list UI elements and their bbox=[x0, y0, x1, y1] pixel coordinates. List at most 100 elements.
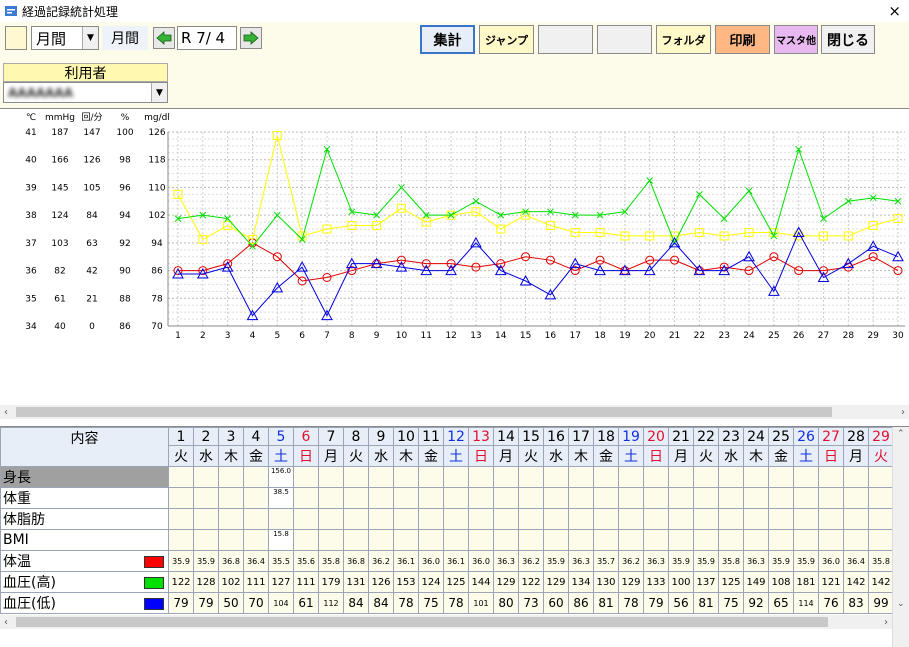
table-cell[interactable]: 60 bbox=[543, 592, 569, 614]
scroll-left-icon[interactable]: ‹ bbox=[4, 407, 8, 418]
grid-hscrollbar[interactable]: ‹ › bbox=[0, 615, 892, 629]
table-cell[interactable] bbox=[443, 487, 469, 509]
table-cell[interactable]: 156.0 bbox=[268, 466, 294, 488]
table-cell[interactable]: 112 bbox=[318, 592, 344, 614]
table-cell[interactable] bbox=[518, 508, 544, 530]
table-cell[interactable] bbox=[543, 466, 569, 488]
table-cell[interactable]: 36.8 bbox=[218, 550, 244, 572]
chart-hscrollbar[interactable]: ‹ › bbox=[0, 405, 909, 419]
table-cell[interactable]: 79 bbox=[168, 592, 194, 614]
table-cell[interactable]: 149 bbox=[743, 571, 769, 593]
scroll-right-icon[interactable]: › bbox=[901, 407, 905, 418]
table-cell[interactable] bbox=[818, 466, 844, 488]
table-cell[interactable]: 111 bbox=[243, 571, 269, 593]
table-cell[interactable] bbox=[643, 529, 669, 551]
table-cell[interactable]: 36.4 bbox=[243, 550, 269, 572]
table-cell[interactable]: 129 bbox=[493, 571, 519, 593]
table-cell[interactable] bbox=[518, 466, 544, 488]
table-cell[interactable]: 36.4 bbox=[843, 550, 869, 572]
table-cell[interactable] bbox=[618, 508, 644, 530]
table-cell[interactable] bbox=[243, 487, 269, 509]
table-cell[interactable]: 36.0 bbox=[818, 550, 844, 572]
table-cell[interactable]: 83 bbox=[843, 592, 869, 614]
table-cell[interactable] bbox=[218, 487, 244, 509]
table-cell[interactable] bbox=[543, 508, 569, 530]
table-cell[interactable] bbox=[643, 466, 669, 488]
table-cell[interactable] bbox=[343, 508, 369, 530]
table-cell[interactable]: 79 bbox=[643, 592, 669, 614]
table-cell[interactable] bbox=[443, 466, 469, 488]
table-cell[interactable]: 38.5 bbox=[268, 487, 294, 509]
table-cell[interactable] bbox=[493, 508, 519, 530]
table-cell[interactable]: 35.9 bbox=[168, 550, 194, 572]
table-cell[interactable]: 126 bbox=[368, 571, 394, 593]
table-cell[interactable] bbox=[643, 508, 669, 530]
table-cell[interactable] bbox=[568, 529, 594, 551]
table-cell[interactable] bbox=[418, 529, 444, 551]
table-cell[interactable] bbox=[368, 466, 394, 488]
table-cell[interactable]: 36.0 bbox=[418, 550, 444, 572]
table-cell[interactable] bbox=[218, 466, 244, 488]
table-cell[interactable] bbox=[868, 466, 894, 488]
table-cell[interactable] bbox=[593, 529, 619, 551]
table-cell[interactable] bbox=[293, 466, 319, 488]
table-cell[interactable] bbox=[718, 487, 744, 509]
table-cell[interactable] bbox=[318, 508, 344, 530]
table-cell[interactable] bbox=[818, 487, 844, 509]
table-cell[interactable] bbox=[868, 508, 894, 530]
table-cell[interactable]: 36.3 bbox=[568, 550, 594, 572]
table-cell[interactable]: 35.5 bbox=[268, 550, 294, 572]
scroll-thumb[interactable] bbox=[16, 407, 832, 417]
table-cell[interactable] bbox=[268, 508, 294, 530]
table-cell[interactable] bbox=[393, 508, 419, 530]
table-cell[interactable]: 81 bbox=[693, 592, 719, 614]
chevron-down-icon[interactable]: ▼ bbox=[82, 27, 98, 49]
table-cell[interactable]: 137 bbox=[693, 571, 719, 593]
table-cell[interactable] bbox=[668, 508, 694, 530]
table-cell[interactable] bbox=[568, 508, 594, 530]
table-cell[interactable]: 36.8 bbox=[343, 550, 369, 572]
table-cell[interactable]: 35.7 bbox=[593, 550, 619, 572]
table-cell[interactable] bbox=[593, 508, 619, 530]
table-cell[interactable]: 35.9 bbox=[193, 550, 219, 572]
table-cell[interactable]: 35.9 bbox=[543, 550, 569, 572]
table-cell[interactable]: 36.1 bbox=[443, 550, 469, 572]
scroll-down-icon[interactable]: ⌄ bbox=[897, 599, 905, 609]
table-cell[interactable] bbox=[343, 487, 369, 509]
table-cell[interactable] bbox=[393, 466, 419, 488]
close-icon[interactable]: × bbox=[888, 2, 901, 20]
table-cell[interactable]: 79 bbox=[193, 592, 219, 614]
table-cell[interactable] bbox=[693, 466, 719, 488]
table-cell[interactable] bbox=[618, 466, 644, 488]
table-cell[interactable] bbox=[243, 529, 269, 551]
table-cell[interactable]: 122 bbox=[518, 571, 544, 593]
table-cell[interactable]: 84 bbox=[343, 592, 369, 614]
table-cell[interactable]: 144 bbox=[468, 571, 494, 593]
table-cell[interactable]: 102 bbox=[218, 571, 244, 593]
scroll-up-icon[interactable]: ⌃ bbox=[897, 429, 905, 439]
table-cell[interactable] bbox=[843, 508, 869, 530]
table-cell[interactable] bbox=[168, 487, 194, 509]
table-cell[interactable] bbox=[518, 487, 544, 509]
jump-button[interactable]: ジャンプ bbox=[479, 25, 534, 54]
table-cell[interactable]: 75 bbox=[718, 592, 744, 614]
table-cell[interactable]: 127 bbox=[268, 571, 294, 593]
table-cell[interactable] bbox=[718, 508, 744, 530]
table-cell[interactable] bbox=[293, 508, 319, 530]
table-cell[interactable]: 134 bbox=[568, 571, 594, 593]
table-cell[interactable] bbox=[168, 508, 194, 530]
table-cell[interactable]: 35.9 bbox=[793, 550, 819, 572]
table-cell[interactable]: 84 bbox=[368, 592, 394, 614]
table-cell[interactable] bbox=[418, 508, 444, 530]
table-cell[interactable]: 35.9 bbox=[693, 550, 719, 572]
table-cell[interactable] bbox=[293, 487, 319, 509]
table-cell[interactable] bbox=[468, 508, 494, 530]
table-cell[interactable] bbox=[193, 487, 219, 509]
table-cell[interactable] bbox=[343, 529, 369, 551]
table-cell[interactable] bbox=[368, 487, 394, 509]
table-cell[interactable] bbox=[493, 487, 519, 509]
close-button[interactable]: 閉じる bbox=[821, 25, 875, 54]
table-cell[interactable]: 36.2 bbox=[518, 550, 544, 572]
table-cell[interactable]: 78 bbox=[393, 592, 419, 614]
table-cell[interactable]: 181 bbox=[793, 571, 819, 593]
